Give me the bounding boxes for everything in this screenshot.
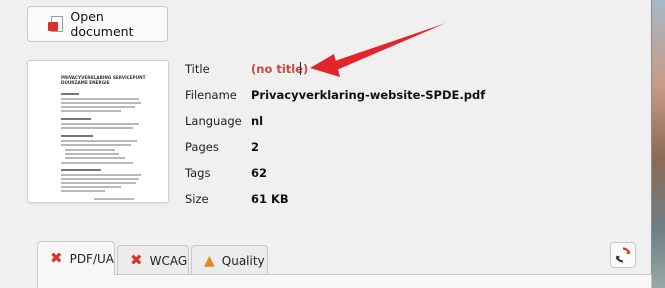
language-value: nl [251,114,264,128]
tags-label: Tags [185,166,211,180]
tab-pdf-ua[interactable]: ✖ PDF/UA [37,241,115,275]
tags-value: 62 [251,166,268,180]
property-pages: Pages 2 [185,140,625,154]
property-tags: Tags 62 [185,166,625,180]
app-window: Open document PRIVACYVERKLARING SERVICEP… [0,0,652,288]
check-tabs: ✖ PDF/UA ✖ WCAG ▲ Quality [27,241,652,288]
filename-value: Privacyverklaring-website-SPDE.pdf [251,88,486,102]
x-icon: ✖ [130,251,143,269]
document-thumbnail: PRIVACYVERKLARING SERVICEPUNT DUURZAME E… [27,60,169,203]
size-label: Size [185,192,209,206]
filename-label: Filename [185,88,237,102]
thumbnail-signature [94,198,134,200]
thumbnail-title: PRIVACYVERKLARING SERVICEPUNT DUURZAME E… [61,75,146,85]
pages-value: 2 [251,140,260,154]
tab-quality-label: Quality [221,253,265,268]
pdf-file-icon [48,15,63,33]
x-icon: ✖ [50,249,63,267]
open-document-button[interactable]: Open document [27,6,168,42]
tab-panel [37,274,652,288]
tab-quality[interactable]: ▲ Quality [191,245,268,275]
open-document-label: Open document [70,9,134,39]
tab-wcag[interactable]: ✖ WCAG [117,245,189,275]
property-language: Language nl [185,114,625,128]
refresh-button[interactable] [610,242,636,268]
size-value: 61 KB [251,192,289,206]
property-filename: Filename Privacyverklaring-website-SPDE.… [185,88,625,102]
tab-pdf-ua-label: PDF/UA [69,251,114,266]
pages-label: Pages [185,140,219,154]
language-label: Language [185,114,242,128]
desktop-background [652,0,665,288]
title-label: Title [185,62,210,76]
refresh-icon [615,247,631,263]
tab-wcag-label: WCAG [149,253,188,268]
warning-icon: ▲ [204,252,215,269]
annotation-arrow [310,23,446,77]
property-size: Size 61 KB [185,192,625,206]
